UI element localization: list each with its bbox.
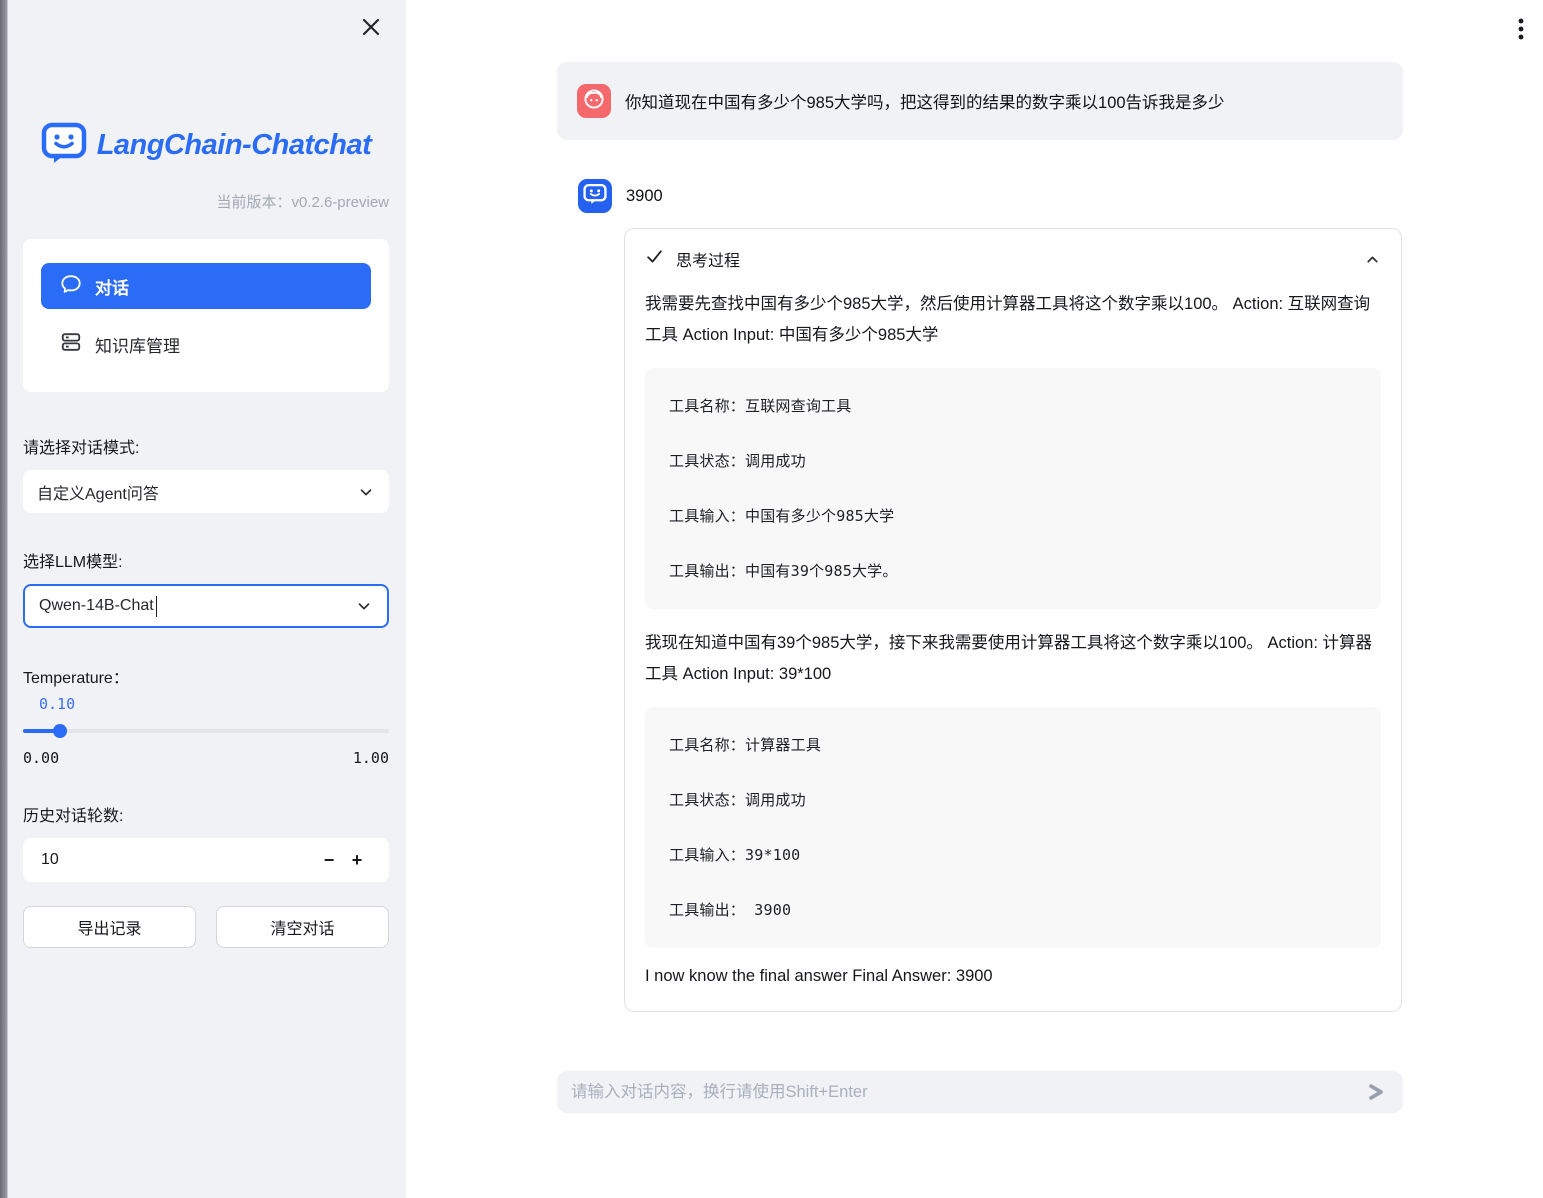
final-answer-text: I now know the final answer Final Answer…: [645, 967, 1381, 986]
llm-model-label: 选择LLM模型:: [23, 548, 389, 572]
main-area: 你知道现在中国有多少个985大学吗，把这得到的结果的数字乘以100告诉我是多少 …: [406, 0, 1543, 1198]
increment-button[interactable]: +: [343, 850, 371, 871]
nav-item-knowledge-base-label: 知识库管理: [95, 332, 180, 357]
sidebar: LangChain-Chatchat 当前版本：v0.2.6-preview 对…: [8, 0, 406, 1198]
history-rounds-label: 历史对话轮数:: [23, 802, 389, 826]
version-value: v0.2.6-preview: [291, 194, 389, 211]
chat-input[interactable]: [571, 1083, 1355, 1102]
chat-bubble-smile-icon: [583, 182, 607, 211]
llm-model-select[interactable]: Qwen-14B-Chat: [23, 584, 389, 628]
decrement-button[interactable]: −: [315, 850, 343, 871]
history-rounds-input[interactable]: 10 − +: [23, 838, 389, 882]
dialogue-mode-value: 自定义Agent问答: [37, 480, 159, 504]
chevron-up-icon[interactable]: [1364, 251, 1381, 268]
dialogue-mode-label: 请选择对话模式:: [23, 434, 389, 458]
slider-track[interactable]: [23, 729, 389, 733]
database-stack-icon: [60, 331, 82, 358]
tool-input-row: 工具输入：中国有多少个985大学: [669, 505, 1357, 526]
temperature-label: Temperature：: [23, 664, 389, 688]
chat-input-container: [557, 1071, 1403, 1113]
tool-name-row: 工具名称：互联网查询工具: [669, 395, 1357, 416]
face-icon: [582, 87, 606, 116]
clear-dialogue-label: 清空对话: [270, 915, 334, 939]
tool-row-label: 工具状态：: [669, 791, 745, 809]
tool-status-row: 工具状态：调用成功: [669, 450, 1357, 471]
user-message: 你知道现在中国有多少个985大学吗，把这得到的结果的数字乘以100告诉我是多少: [557, 62, 1403, 140]
app-title: LangChain-Chatchat: [97, 129, 372, 162]
temperature-slider[interactable]: [23, 724, 389, 738]
assistant-message: 3900: [557, 179, 1403, 213]
user-avatar: [577, 84, 611, 118]
tool-row-value: 调用成功: [745, 452, 806, 470]
chevron-down-icon: [355, 597, 373, 615]
main-menu-icon[interactable]: [1512, 16, 1530, 47]
temperature-value: 0.10: [39, 695, 389, 713]
nav-item-dialogue[interactable]: 对话: [41, 263, 371, 309]
tool-row-value: 计算器工具: [745, 736, 821, 754]
clear-dialogue-button[interactable]: 清空对话: [216, 906, 389, 948]
user-message-text: 你知道现在中国有多少个985大学吗，把这得到的结果的数字乘以100告诉我是多少: [625, 89, 1225, 113]
export-records-label: 导出记录: [77, 915, 141, 939]
tool-row-value: 中国有多少个985大学: [745, 507, 894, 525]
dialogue-mode-select[interactable]: 自定义Agent问答: [23, 470, 389, 513]
version-info: 当前版本：v0.2.6-preview: [23, 191, 389, 212]
app-logo: LangChain-Chatchat: [23, 122, 389, 169]
nav-card: 对话 知识库管理: [23, 239, 389, 392]
page-scrollbar[interactable]: [0, 0, 8, 1198]
tool-row-label: 工具状态：: [669, 452, 745, 470]
assistant-answer-text: 3900: [626, 187, 663, 206]
slider-max-label: 1.00: [353, 749, 389, 767]
close-icon: [362, 18, 380, 41]
history-rounds-value: 10: [41, 851, 315, 869]
tool-row-label: 工具输入：: [669, 507, 745, 525]
chat-bubble-logo-icon: [41, 122, 87, 169]
tool-row-label: 工具名称：: [669, 736, 745, 754]
tool-output-row: 工具输出： 3900: [669, 899, 1357, 920]
thinking-title: 思考过程: [676, 247, 740, 271]
tool-row-value: 互联网查询工具: [745, 397, 851, 415]
text-cursor: [156, 596, 157, 617]
tool-call-box-1: 工具名称：互联网查询工具 工具状态：调用成功 工具输入：中国有多少个985大学 …: [645, 368, 1381, 609]
chat-bubble-icon: [60, 273, 82, 300]
tool-status-row: 工具状态：调用成功: [669, 789, 1357, 810]
chat-column: 你知道现在中国有多少个985大学吗，把这得到的结果的数字乘以100告诉我是多少 …: [557, 0, 1403, 1012]
tool-row-label: 工具名称：: [669, 397, 745, 415]
tool-call-box-2: 工具名称：计算器工具 工具状态：调用成功 工具输入：39*100 工具输出： 3…: [645, 707, 1381, 948]
tool-row-value: 中国有39个985大学。: [745, 562, 898, 580]
tool-row-value: 调用成功: [745, 791, 806, 809]
slider-min-label: 0.00: [23, 749, 59, 767]
tool-row-label: 工具输出：: [669, 562, 745, 580]
slider-thumb[interactable]: [53, 724, 67, 738]
assistant-avatar: [578, 179, 612, 213]
nav-item-dialogue-label: 对话: [95, 274, 129, 299]
tool-input-row: 工具输入：39*100: [669, 844, 1357, 865]
chevron-down-icon: [357, 483, 375, 501]
version-label: 当前版本：: [216, 194, 291, 211]
slider-range: 0.00 1.00: [23, 749, 389, 767]
thinking-expander: 思考过程 我需要先查找中国有多少个985大学，然后使用计算器工具将这个数字乘以1…: [624, 228, 1402, 1012]
tool-row-value: 3900: [754, 901, 791, 919]
send-icon[interactable]: [1365, 1081, 1387, 1103]
tool-row-label: 工具输出：: [669, 901, 745, 919]
tool-row-label: 工具输入：: [669, 846, 745, 864]
tool-name-row: 工具名称：计算器工具: [669, 734, 1357, 755]
thinking-expander-header[interactable]: 思考过程: [645, 247, 1381, 271]
llm-model-value: Qwen-14B-Chat: [39, 597, 154, 615]
thinking-step-1: 我需要先查找中国有多少个985大学，然后使用计算器工具将这个数字乘以100。 A…: [645, 289, 1381, 351]
check-icon: [645, 247, 664, 271]
thinking-step-2: 我现在知道中国有39个985大学，接下来我需要使用计算器工具将这个数字乘以100…: [645, 628, 1381, 690]
tool-row-value: 39*100: [745, 846, 800, 864]
nav-item-knowledge-base[interactable]: 知识库管理: [41, 322, 371, 366]
sidebar-close-button[interactable]: [358, 16, 384, 42]
tool-output-row: 工具输出：中国有39个985大学。: [669, 560, 1357, 581]
export-records-button[interactable]: 导出记录: [23, 906, 196, 948]
